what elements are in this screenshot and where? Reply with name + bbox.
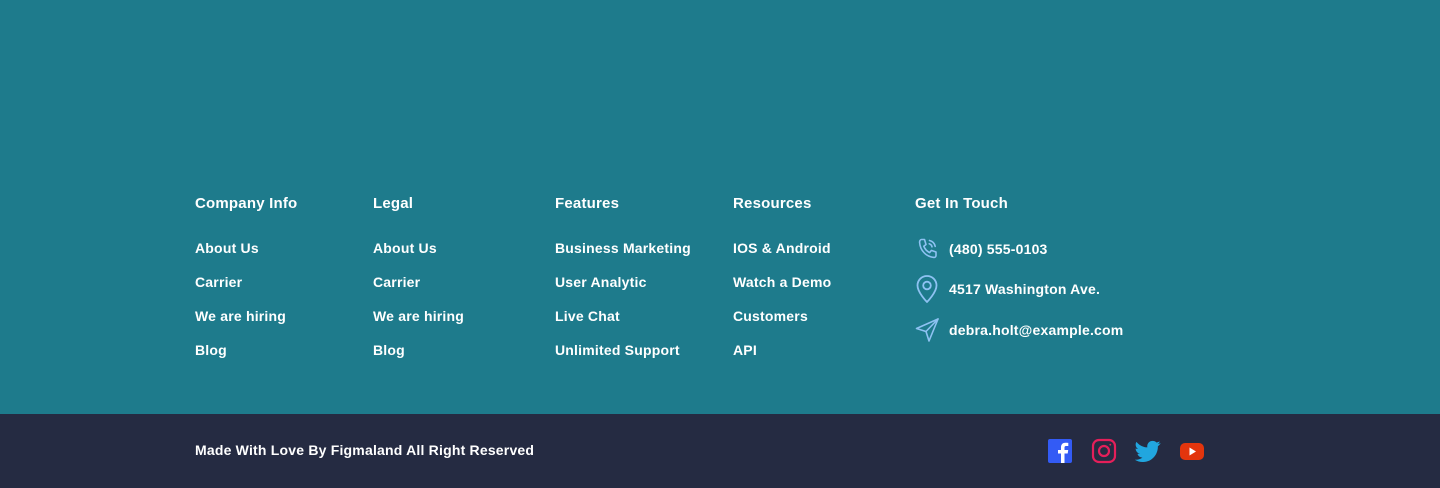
link-user-analytic[interactable]: User Analytic [555,271,691,305]
column-title: Company Info [195,195,298,212]
link-about-us[interactable]: About Us [195,237,297,271]
column-resources: Resources IOS & Android Watch a Demo Cus… [733,194,831,373]
contact-email[interactable]: debra.holt@example.com [915,316,1123,344]
link-watch-a-demo[interactable]: Watch a Demo [733,271,831,305]
link-carrier[interactable]: Carrier [373,271,464,305]
column-company-info: Company Info About Us Carrier We are hir… [195,194,297,373]
link-unlimited-support[interactable]: Unlimited Support [555,339,691,373]
link-we-are-hiring[interactable]: We are hiring [373,305,464,339]
link-blog[interactable]: Blog [373,339,464,373]
link-api[interactable]: API [733,339,831,373]
phone-icon [915,236,939,262]
footer-links-section: Company Info About Us Carrier We are hir… [0,0,1440,414]
link-about-us[interactable]: About Us [373,237,464,271]
youtube-icon[interactable] [1179,438,1205,464]
link-we-are-hiring[interactable]: We are hiring [195,305,297,339]
contact-phone[interactable]: (480) 555-0103 [915,236,1048,262]
link-blog[interactable]: Blog [195,339,297,373]
contact-address-text: 4517 Washington Ave. [949,281,1101,297]
instagram-icon[interactable] [1091,438,1117,464]
copyright-text: Made With Love By Figmaland All Right Re… [195,442,535,458]
link-list: Business Marketing User Analytic Live Ch… [555,237,691,373]
column-features: Features Business Marketing User Analyti… [555,194,691,373]
link-live-chat[interactable]: Live Chat [555,305,691,339]
facebook-icon[interactable] [1047,438,1073,464]
contact-address[interactable]: 4517 Washington Ave. [915,274,1100,304]
link-business-marketing[interactable]: Business Marketing [555,237,691,271]
send-icon [915,316,939,344]
column-title: Get In Touch [915,195,1008,212]
column-title: Features [555,195,620,212]
link-ios-android[interactable]: IOS & Android [733,237,831,271]
column-legal: Legal About Us Carrier We are hiring Blo… [373,194,464,373]
column-get-in-touch: Get In Touch (480) 555-0103 4517 Washing… [915,194,1245,354]
twitter-icon[interactable] [1134,438,1161,464]
link-list: About Us Carrier We are hiring Blog [195,237,297,373]
contact-phone-text: (480) 555-0103 [949,241,1048,257]
link-carrier[interactable]: Carrier [195,271,297,305]
link-list: IOS & Android Watch a Demo Customers API [733,237,831,373]
link-list: About Us Carrier We are hiring Blog [373,237,464,373]
link-customers[interactable]: Customers [733,305,831,339]
contact-email-text: debra.holt@example.com [949,322,1124,338]
map-pin-icon [915,274,939,304]
column-title: Resources [733,195,812,212]
column-title: Legal [373,195,414,212]
footer-bottom-bar: Made With Love By Figmaland All Right Re… [0,414,1440,488]
